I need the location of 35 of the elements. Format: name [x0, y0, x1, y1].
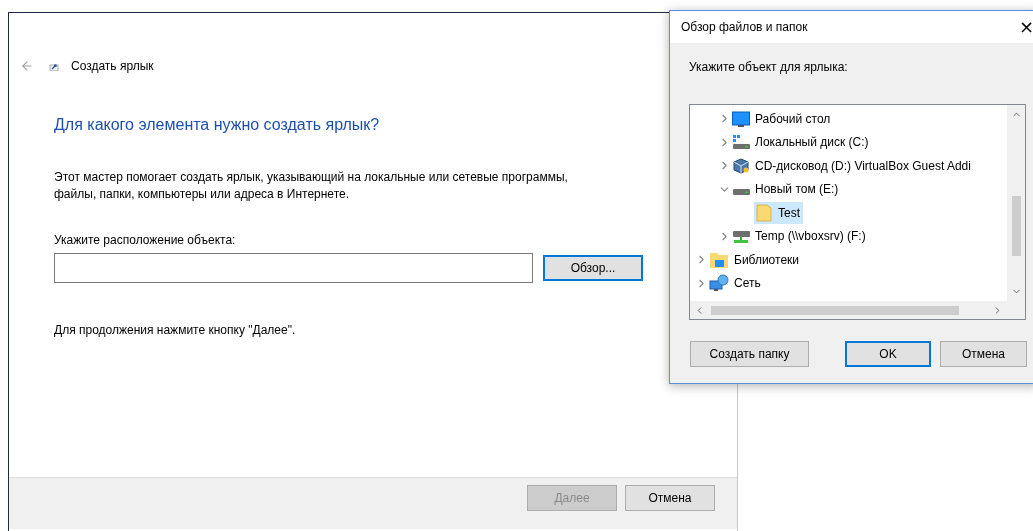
location-label: Укажите расположение объекта:	[54, 233, 236, 247]
folder-icon	[755, 203, 773, 222]
tree-item[interactable]: Рабочий стол	[731, 107, 834, 130]
continue-hint: Для продолжения нажмите кнопку "Далее".	[54, 323, 296, 337]
dialog-title: Обзор файлов и папок	[681, 20, 808, 34]
wizard-heading: Для какого элемента нужно создать ярлык?	[54, 116, 380, 134]
wizard-title: Создать ярлык	[71, 59, 154, 73]
tree-item[interactable]: Test	[754, 201, 803, 224]
tree-item[interactable]: Локальный диск (C:)	[731, 131, 872, 154]
browse-button[interactable]: Обзор...	[543, 255, 643, 281]
scrollbar-thumb[interactable]	[711, 305, 959, 315]
tree-item[interactable]: Temp (\\vboxsrv) (F:)	[731, 225, 869, 248]
dialog-button[interactable]: Создать папку	[690, 341, 809, 367]
tree-item[interactable]: Сеть	[708, 272, 764, 295]
monitor-icon	[732, 110, 750, 127]
network-drive-icon	[732, 228, 750, 245]
tree-item[interactable]: CD-дисковод (D:) VirtualBox Guest Addi	[731, 154, 974, 177]
dialog-prompt: Укажите объект для ярлыка:	[689, 60, 849, 74]
horizontal-scrollbar[interactable]	[690, 301, 1007, 319]
cube-icon	[732, 157, 750, 174]
location-input-field[interactable]	[54, 253, 533, 283]
dialog-button[interactable]: Отмена	[940, 341, 1027, 367]
shortcut-icon	[49, 61, 59, 71]
close-button[interactable]: ×	[1018, 18, 1033, 36]
drive-icon	[733, 189, 750, 196]
tree-item[interactable]: Новый том (E:)	[731, 178, 842, 201]
network-globe-icon	[709, 274, 729, 293]
tree-item[interactable]: Библиотеки	[708, 248, 802, 271]
dialog-button[interactable]: OK	[845, 341, 931, 367]
library-folder-icon	[709, 250, 729, 269]
vertical-scrollbar[interactable]	[1007, 105, 1025, 301]
footer-button[interactable]: Отмена	[625, 485, 715, 511]
drive-icon	[732, 134, 750, 151]
wizard-description: Этот мастер помогает создать ярлык, указывающий на локальные или сетевые программы, файлы, папки, компьютеры или адреса в Интернете.	[54, 169, 569, 203]
scrollbar-thumb[interactable]	[1011, 196, 1021, 256]
